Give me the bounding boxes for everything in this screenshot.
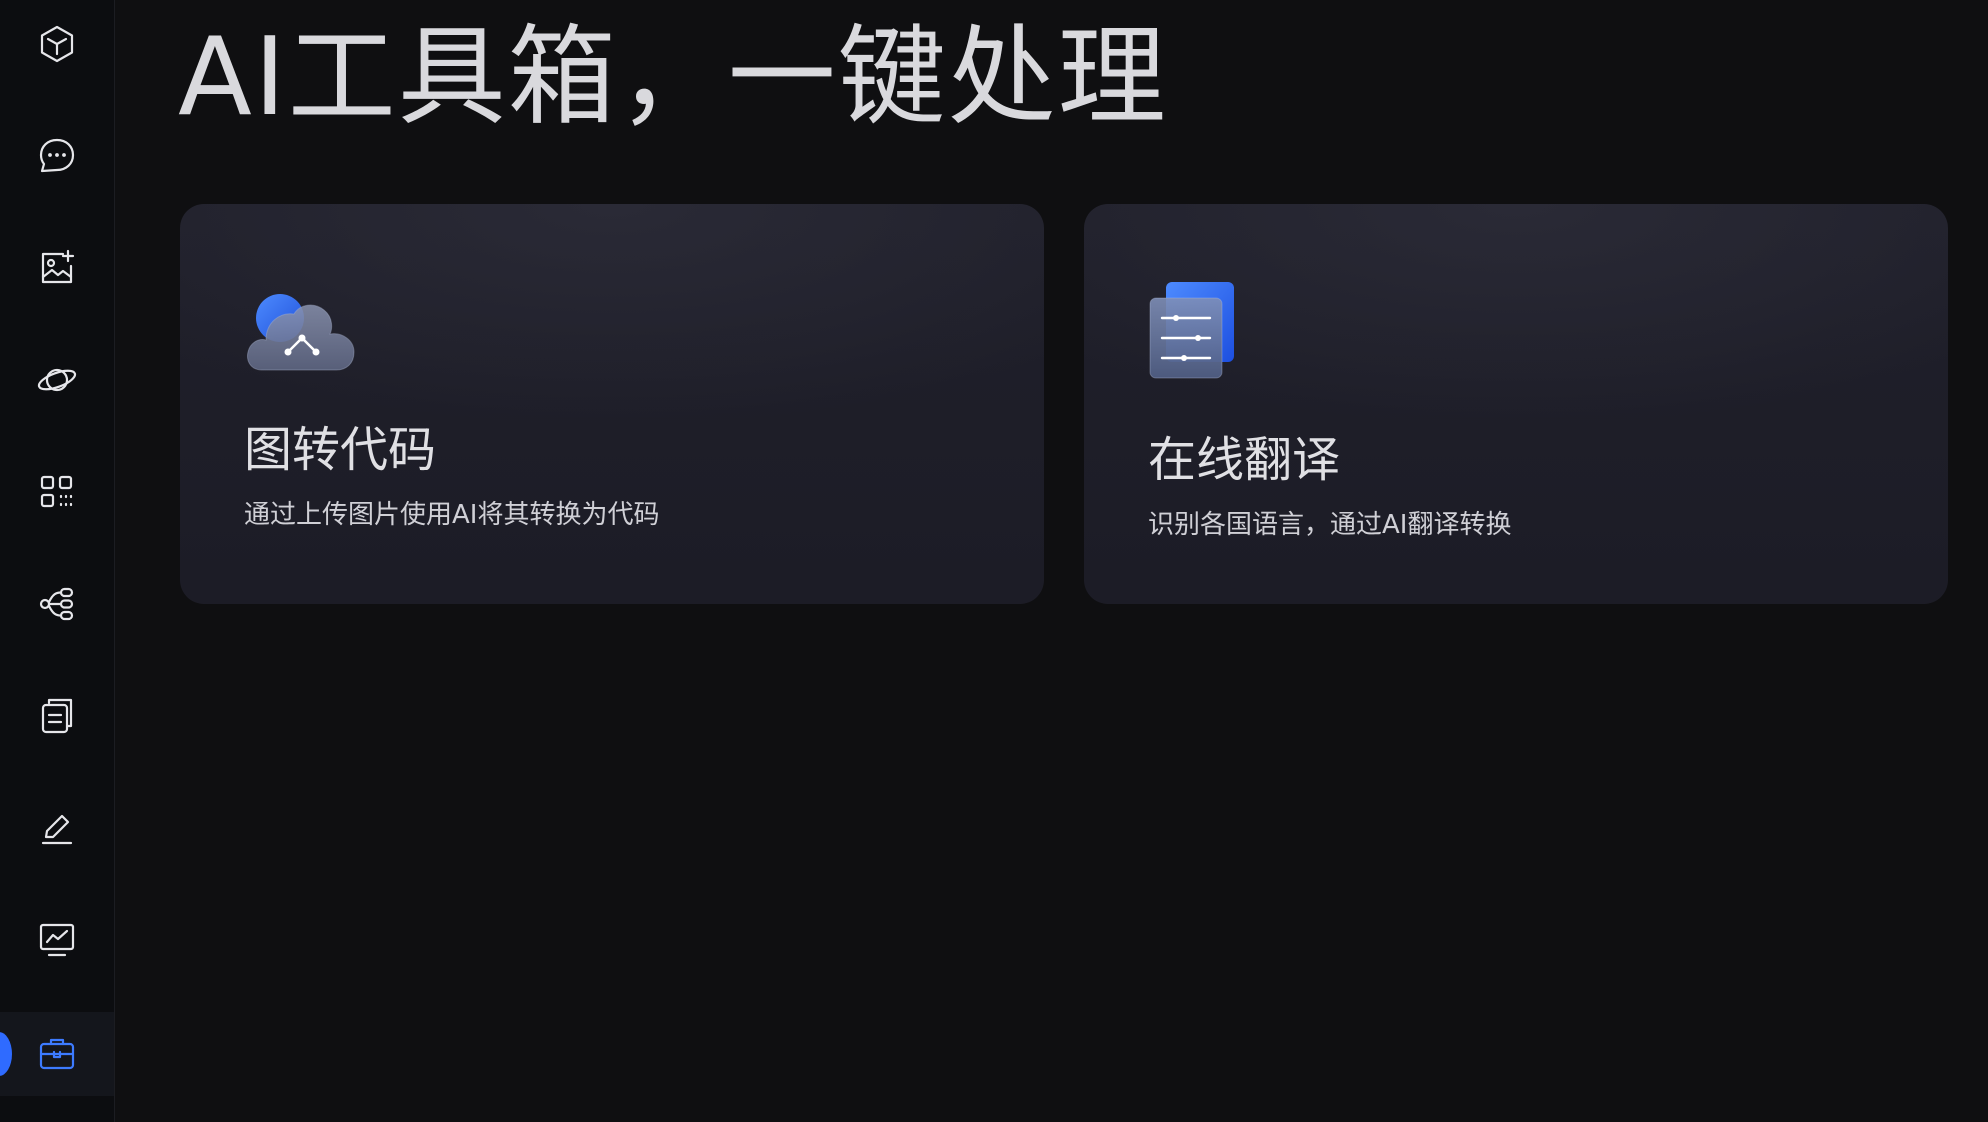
cloud-code-icon <box>247 294 355 371</box>
sidebar <box>0 0 115 1122</box>
tool-card-image-to-code[interactable]: 图转代码 通过上传图片使用AI将其转换为代码 <box>180 204 1044 604</box>
tool-card-title: 图转代码 <box>244 422 437 478</box>
tool-card-title: 在线翻译 <box>1148 432 1341 488</box>
nav-item-mindmap[interactable] <box>0 564 114 644</box>
nav-item-apps[interactable] <box>0 452 114 532</box>
image-add-icon <box>41 249 75 284</box>
app-root: AI工具箱，一键处理 图转代码 通过上传图片使用AI将其转换为代码 在线翻译 识… <box>0 0 1988 1122</box>
planet-icon <box>37 368 77 392</box>
toolbox-icon <box>39 1038 75 1070</box>
tool-card-translate[interactable]: 在线翻译 识别各国语言，通过AI翻译转换 <box>1084 204 1948 604</box>
documents-icon <box>41 698 73 734</box>
cube-icon <box>40 25 74 63</box>
nav-item-edit[interactable] <box>0 788 114 868</box>
nav-item-documents[interactable] <box>0 676 114 756</box>
page-title: AI工具箱，一键处理 <box>178 15 1168 140</box>
chat-bubble-icon <box>39 138 75 173</box>
tool-card-description: 识别各国语言，通过AI翻译转换 <box>1148 510 1512 540</box>
mind-map-icon <box>39 587 74 621</box>
nav-item-monitor[interactable] <box>0 900 114 980</box>
tool-card-description: 通过上传图片使用AI将其转换为代码 <box>244 500 660 530</box>
nav-item-chat[interactable] <box>0 116 114 196</box>
monitor-chart-icon <box>39 923 75 957</box>
nav-item-image[interactable] <box>0 228 114 308</box>
nav-item-cube[interactable] <box>0 4 114 84</box>
active-indicator <box>0 1032 12 1076</box>
apps-grid-icon <box>40 475 73 508</box>
document-translate-icon <box>1149 282 1234 379</box>
nav-item-planet[interactable] <box>0 340 114 420</box>
edit-pen-icon <box>41 814 73 845</box>
nav-item-toolbox[interactable] <box>0 1012 114 1096</box>
